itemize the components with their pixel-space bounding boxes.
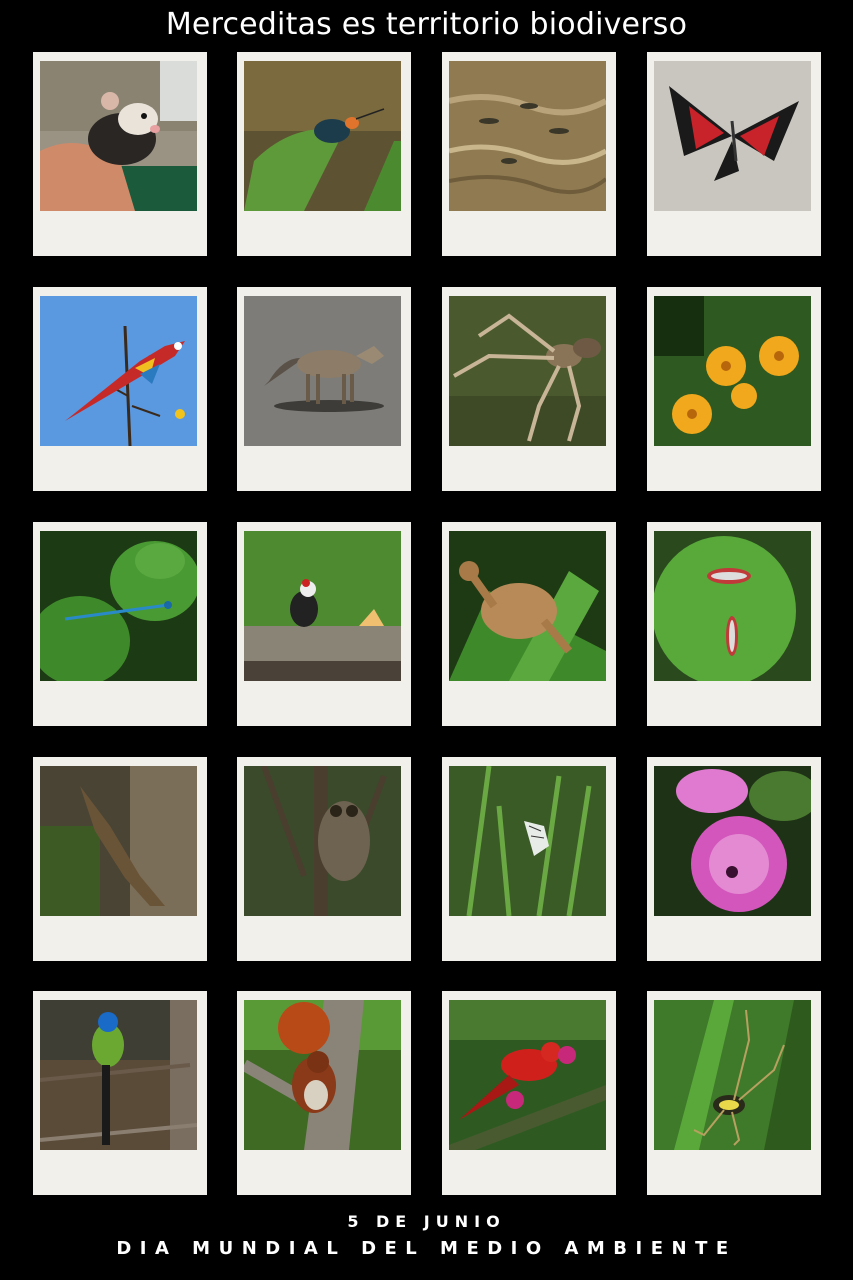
photo-card-bugs [647,522,821,726]
fish-photo [449,61,606,211]
white-butterfly-photo [449,766,606,916]
owl-photo [244,766,401,916]
damselfly-photo [40,531,197,681]
photo-card-spider [442,287,616,491]
bugs-photo [654,531,811,681]
fox-photo [244,296,401,446]
photo-card-frog [442,522,616,726]
spider-photo [449,296,606,446]
photo-card-fox [237,287,411,491]
photo-card-opossum [33,52,207,256]
frog-photo [449,531,606,681]
photo-card-woodpecker [237,522,411,726]
flowers-photo [654,296,811,446]
footer-event: DIA MUNDIAL DEL MEDIO AMBIENTE [116,1238,737,1259]
photo-card-squirrel [237,991,411,1195]
photo-card-lizard [33,757,207,961]
photo-card-tanager [442,991,616,1195]
motmot-photo [40,1000,197,1150]
photo-card-motmot [33,991,207,1195]
tanager-photo [449,1000,606,1150]
page-title: Merceditas es territorio biodiverso [165,7,688,42]
photo-card-owl [237,757,411,961]
squirrel-photo [244,1000,401,1150]
butterfly-photo [654,61,811,211]
photo-card-damselfly [33,522,207,726]
photo-card-morning-glory [647,757,821,961]
opossum-photo [40,61,197,211]
orb-spider-photo [654,1000,811,1150]
beetle-photo [244,61,401,211]
morning-glory-photo [654,766,811,916]
photo-card-white-butterfly [442,757,616,961]
lizard-photo [40,766,197,916]
photo-card-orb-spider [647,991,821,1195]
macaw-photo [40,296,197,446]
photo-card-beetle [237,52,411,256]
woodpecker-photo [244,531,401,681]
photo-card-butterfly [647,52,821,256]
photo-card-flowers [647,287,821,491]
photo-card-fish [442,52,616,256]
footer-date: 5 DE JUNIO [347,1212,506,1231]
photo-card-macaw [33,287,207,491]
